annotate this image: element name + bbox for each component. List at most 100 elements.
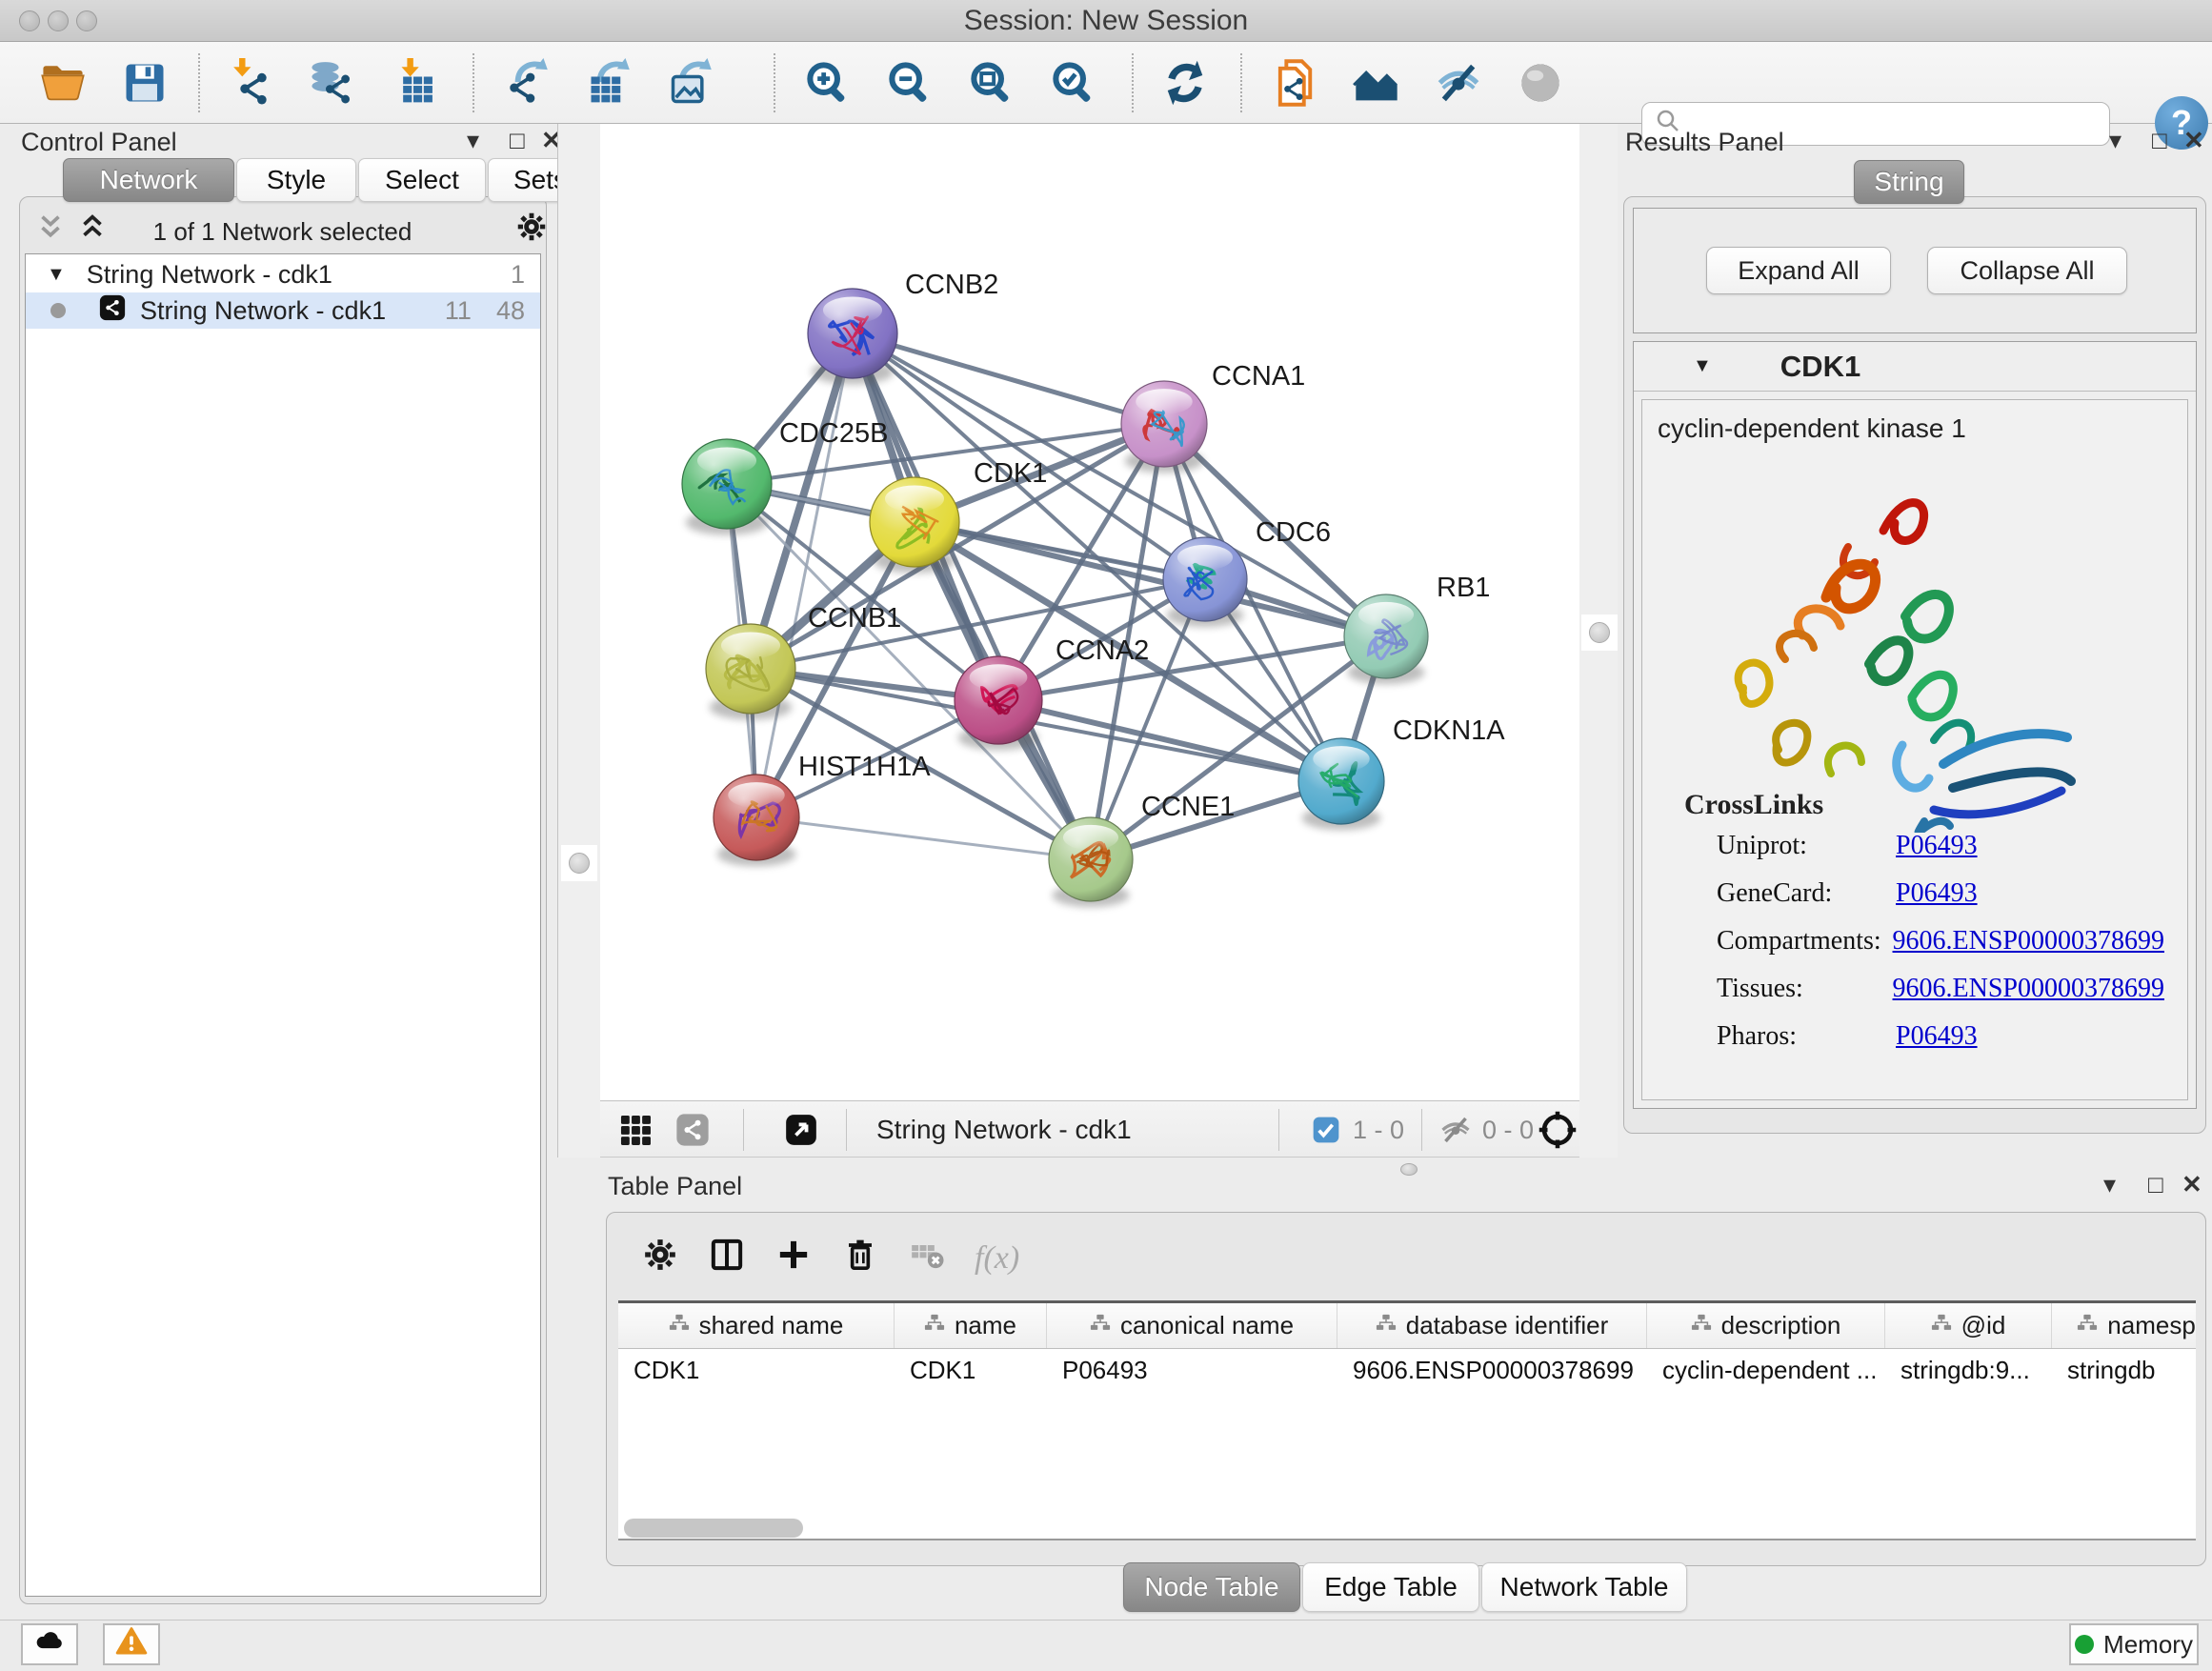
- export-image-icon[interactable]: [667, 58, 716, 108]
- column-header-namespace[interactable]: namespace: [2052, 1303, 2196, 1348]
- zoom-in-icon[interactable]: [803, 58, 853, 108]
- network-options-gear-icon[interactable]: [514, 210, 549, 251]
- gear-icon[interactable]: [641, 1236, 679, 1280]
- table-cell[interactable]: P06493: [1047, 1349, 1337, 1391]
- hidden-items-eye-icon[interactable]: [1438, 1113, 1473, 1154]
- toolbar-separator: [1240, 53, 1242, 112]
- network-collection-row[interactable]: ▼ String Network - cdk1 1: [26, 256, 540, 292]
- control-panel-title: Control Panel: [21, 128, 177, 157]
- import-database-icon[interactable]: [307, 58, 356, 108]
- results-panel-close-icon[interactable]: ✕: [2183, 126, 2204, 155]
- node-label-CDKN1A: CDKN1A: [1393, 715, 1505, 746]
- zoom-selected-icon[interactable]: [1049, 58, 1098, 108]
- selected-items-checkbox-icon[interactable]: [1311, 1115, 1341, 1152]
- tab-node-table[interactable]: Node Table: [1123, 1562, 1300, 1612]
- export-table-icon[interactable]: [585, 58, 634, 108]
- table-panel-menu-icon[interactable]: ▾: [2103, 1170, 2116, 1199]
- collection-count: 1: [511, 260, 525, 290]
- hide-eye-icon[interactable]: [1434, 58, 1483, 108]
- document-share-icon[interactable]: [1270, 58, 1319, 108]
- import-network-icon[interactable]: [225, 58, 274, 108]
- home-icon[interactable]: [1352, 58, 1401, 108]
- expand-all-button[interactable]: Expand All: [1706, 247, 1891, 294]
- tab-edge-table[interactable]: Edge Table: [1302, 1562, 1479, 1612]
- crosslink-link[interactable]: P06493: [1896, 831, 1978, 861]
- gene-header[interactable]: ▼ CDK1: [1634, 342, 2196, 392]
- column-header-shared-name[interactable]: shared name: [618, 1303, 895, 1348]
- column-header-database-identifier[interactable]: database identifier: [1337, 1303, 1647, 1348]
- open-folder-icon[interactable]: [38, 58, 88, 108]
- network-node-RB1[interactable]: RB1: [1344, 573, 1490, 684]
- column-header-description[interactable]: description: [1647, 1303, 1885, 1348]
- table-row[interactable]: CDK1CDK1P064939606.ENSP00000378699cyclin…: [618, 1349, 2196, 1391]
- fx-icon: f(x): [975, 1240, 1019, 1277]
- results-panel-menu-icon[interactable]: ▾: [2109, 126, 2122, 155]
- network-node-CDKN1A[interactable]: CDKN1A: [1298, 715, 1505, 830]
- collapse-all-button[interactable]: Collapse All: [1927, 247, 2127, 294]
- control-panel-menu-icon[interactable]: ▾: [467, 126, 479, 155]
- warning-icon: [115, 1625, 148, 1664]
- left-splitter-handle[interactable]: [561, 845, 597, 881]
- trash-icon[interactable]: [841, 1236, 879, 1280]
- gene-collapse-icon[interactable]: ▼: [1693, 355, 1712, 377]
- right-splitter-handle[interactable]: [1581, 614, 1618, 651]
- cloud-status-button[interactable]: [21, 1623, 78, 1665]
- tab-network-table[interactable]: Network Table: [1481, 1562, 1687, 1612]
- table-cell[interactable]: stringdb:9...: [1885, 1349, 2052, 1391]
- import-table-icon[interactable]: [389, 58, 438, 108]
- network-edge[interactable]: [756, 817, 1091, 859]
- tab-select[interactable]: Select: [358, 158, 486, 202]
- column-header-@id[interactable]: @id: [1885, 1303, 2052, 1348]
- close-window-button[interactable]: [19, 10, 40, 31]
- network-row[interactable]: String Network - cdk1 11 48: [26, 292, 540, 329]
- column-header-canonical-name[interactable]: canonical name: [1047, 1303, 1337, 1348]
- zoom-out-icon[interactable]: [885, 58, 935, 108]
- refresh-icon[interactable]: [1160, 58, 1210, 108]
- crosslink-link[interactable]: 9606.ENSP00000378699: [1893, 974, 2164, 1004]
- show-eye-icon[interactable]: [1516, 58, 1565, 108]
- network-canvas[interactable]: CCNB2CCNA1CDC25BCDK1CDC6RB1CCNB1CCNA2HIS…: [600, 124, 1579, 1100]
- export-network-icon[interactable]: [503, 58, 553, 108]
- zoom-fit-icon[interactable]: [967, 58, 1016, 108]
- columns-icon[interactable]: [708, 1236, 746, 1280]
- network-node-CCNA1[interactable]: CCNA1: [1121, 361, 1305, 473]
- table-cell[interactable]: stringdb: [2052, 1349, 2196, 1391]
- network-status-dot: [50, 303, 66, 318]
- save-icon[interactable]: [120, 58, 170, 108]
- table-cell[interactable]: CDK1: [895, 1349, 1047, 1391]
- grid-view-icon[interactable]: [617, 1112, 654, 1155]
- crosslink-link[interactable]: P06493: [1896, 1021, 1978, 1052]
- fit-selected-crosshair-icon[interactable]: [1538, 1110, 1578, 1157]
- crosslink-link[interactable]: 9606.ENSP00000378699: [1893, 926, 2164, 956]
- crosslinks-title: CrossLinks: [1684, 789, 1823, 821]
- add-icon[interactable]: [774, 1236, 813, 1280]
- tree-icon: [924, 1311, 945, 1340]
- network-node-count: 11: [445, 296, 472, 326]
- table-cell[interactable]: 9606.ENSP00000378699: [1337, 1349, 1647, 1391]
- tab-string[interactable]: String: [1854, 160, 1964, 204]
- network-view-icon[interactable]: [674, 1112, 711, 1155]
- table-cell[interactable]: CDK1: [618, 1349, 895, 1391]
- maximize-window-button[interactable]: [76, 10, 97, 31]
- network-node-HIST1H1A[interactable]: HIST1H1A: [714, 752, 931, 866]
- results-panel-float-icon[interactable]: □: [2152, 126, 2167, 155]
- collection-expand-icon[interactable]: ▼: [47, 264, 66, 286]
- tab-style[interactable]: Style: [236, 158, 356, 202]
- table-cell[interactable]: cyclin-dependent ...: [1647, 1349, 1885, 1391]
- crosslink-link[interactable]: P06493: [1896, 878, 1978, 909]
- left-splitter[interactable]: [557, 124, 600, 1158]
- minimize-window-button[interactable]: [48, 10, 69, 31]
- birdseye-view-icon[interactable]: [783, 1112, 819, 1155]
- results-panel-title: Results Panel: [1625, 128, 1784, 157]
- memory-button[interactable]: Memory: [2069, 1623, 2199, 1665]
- network-edge[interactable]: [756, 333, 853, 817]
- column-header-name[interactable]: name: [895, 1303, 1047, 1348]
- table-horizontal-scrollbar[interactable]: [624, 1519, 803, 1538]
- warnings-button[interactable]: [103, 1623, 160, 1665]
- control-panel-float-icon[interactable]: □: [510, 126, 525, 155]
- network-node-CCNE1[interactable]: CCNE1: [1049, 792, 1235, 907]
- tab-network[interactable]: Network: [63, 158, 234, 202]
- table-panel-close-icon[interactable]: ✕: [2182, 1170, 2202, 1199]
- node-label-CDK1: CDK1: [974, 458, 1047, 489]
- table-panel-float-icon[interactable]: □: [2148, 1170, 2163, 1199]
